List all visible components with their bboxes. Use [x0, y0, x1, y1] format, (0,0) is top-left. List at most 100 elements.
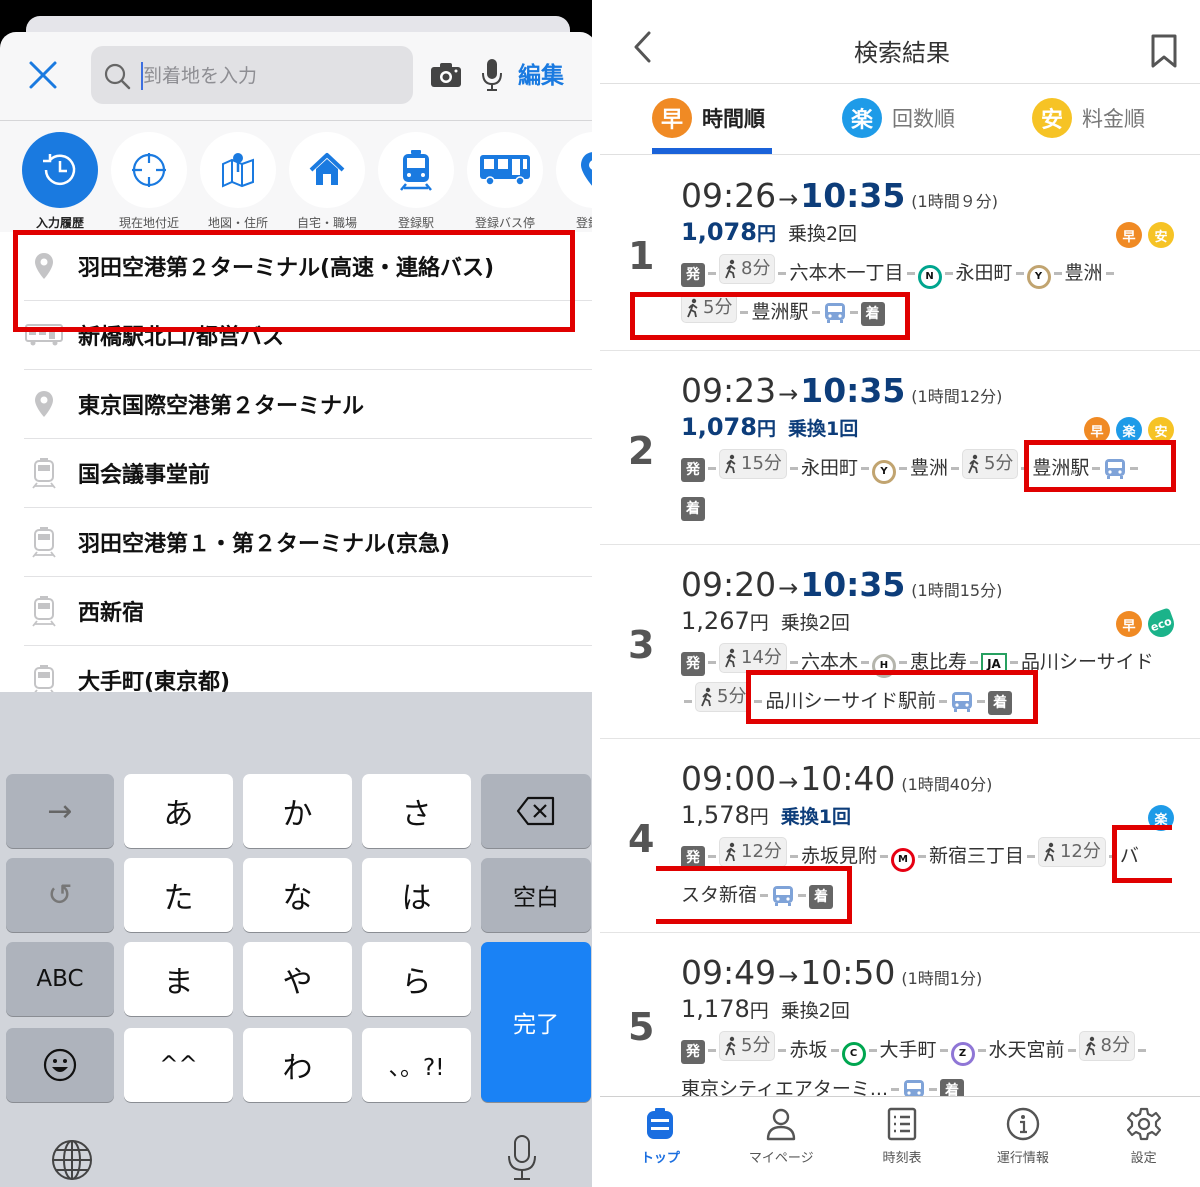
- key-space[interactable]: 空白: [481, 858, 591, 932]
- arrive-marker: 着: [809, 885, 834, 909]
- walk-icon: [725, 454, 736, 474]
- shortcut-label: 登録駅: [397, 216, 434, 230]
- key-na[interactable]: な: [243, 858, 352, 932]
- transfer-count: 乗換2回: [787, 223, 858, 245]
- route-card[interactable]: 2 09:23→10:35 (1時間12分) 1,078円 乗換1回 早楽安発 15分 永田町…: [600, 351, 1200, 545]
- person-icon: [767, 1108, 796, 1141]
- key-ha[interactable]: は: [362, 858, 471, 932]
- edit-button[interactable]: 編集: [518, 56, 564, 90]
- fare-amount: 1,078: [681, 413, 757, 441]
- key-punctuation[interactable]: 、。?!: [362, 1028, 471, 1102]
- timetable-icon: [887, 1107, 917, 1141]
- history-item[interactable]: 羽田空港第２ターミナル(高速・連絡バス): [24, 232, 593, 301]
- history-item-label: 羽田空港第１・第２ターミナル(京急): [78, 532, 451, 557]
- bookmark-icon[interactable]: [1150, 34, 1178, 68]
- key-sa[interactable]: さ: [362, 774, 471, 848]
- route-tag-icon: 安: [1148, 417, 1175, 443]
- nav-label: 設定: [1130, 1151, 1157, 1166]
- key-ya[interactable]: や: [243, 942, 352, 1016]
- key-a[interactable]: あ: [124, 774, 233, 848]
- shortcut-home[interactable]: 自宅・職場: [289, 132, 365, 231]
- key-emoji[interactable]: [6, 1028, 114, 1102]
- nav-label: 時刻表: [882, 1151, 922, 1166]
- train-icon: [400, 150, 432, 191]
- bus-icon: [480, 155, 530, 186]
- nav-mypage[interactable]: マイページ: [721, 1097, 842, 1187]
- shortcut-history[interactable]: 入力履歴: [22, 132, 98, 231]
- connector: [898, 661, 907, 664]
- connector: [798, 894, 807, 897]
- backspace-icon: [516, 796, 555, 826]
- route-number: 1: [628, 234, 655, 278]
- route-card[interactable]: 4 09:00→10:40 (1時間40分) 1,578円 乗換1回楽発 12分 赤坂見附 M…: [600, 739, 1200, 933]
- route-card[interactable]: 1 09:26→10:35 (1時間９分) 1,078円 乗換2回 早安発 8分 六本木一丁目…: [600, 156, 1200, 351]
- route-times: 09:26→10:35 (1時間９分): [681, 176, 998, 215]
- depart-marker: 発: [681, 846, 706, 870]
- dictation-mic-icon[interactable]: [506, 1134, 538, 1182]
- info-icon: [1006, 1107, 1040, 1141]
- close-button[interactable]: [26, 58, 60, 92]
- walk-icon: [1084, 1036, 1096, 1056]
- key-undo[interactable]: ↺: [6, 858, 114, 932]
- shortcut-registered-spot[interactable]: 登録ス: [556, 132, 593, 231]
- shortcut-row: 入力履歴 現在地付近 地図・住所 自宅・職場 登録駅 登録バス停 登: [22, 132, 593, 231]
- tab-time-order[interactable]: 早 時間順: [652, 96, 765, 140]
- history-item[interactable]: 東京国際空港第２ターミナル: [24, 370, 593, 439]
- pin-icon: [581, 152, 593, 186]
- station-name: 永田町: [800, 457, 858, 479]
- route-tags: 早 eco: [1116, 607, 1178, 641]
- route-card[interactable]: 5 09:49→10:50 (1時間1分) 1,178円 乗換2回発 5分 赤坂 C 大手町 Z 水…: [600, 933, 1200, 1103]
- key-ma[interactable]: ま: [124, 942, 233, 1016]
- connector: [879, 855, 888, 858]
- line-badge-icon: M: [890, 848, 915, 872]
- shortcut-station[interactable]: 登録駅: [378, 132, 454, 231]
- walk-segment: 8分: [719, 254, 776, 284]
- key-ka[interactable]: か: [243, 774, 352, 848]
- route-card[interactable]: 3 09:20→10:35 (1時間15分) 1,267円 乗換2回 早 eco 発 14分 六本…: [600, 545, 1200, 739]
- key-kaomoji[interactable]: ^^: [124, 1028, 233, 1102]
- line-badge-icon: C: [841, 1042, 866, 1066]
- fare: 1,267円: [681, 607, 769, 635]
- destination-input[interactable]: [143, 56, 403, 96]
- transfer-count: 乗換2回: [780, 1000, 850, 1022]
- key-abc[interactable]: ABC: [6, 942, 114, 1016]
- tab-transfer-order[interactable]: 楽 回数順: [842, 96, 955, 140]
- fare-unit: 円: [749, 806, 769, 828]
- camera-icon[interactable]: [430, 62, 462, 88]
- globe-icon[interactable]: [50, 1138, 94, 1182]
- station-name: 恵比寿: [909, 651, 967, 673]
- search-box[interactable]: [91, 46, 413, 104]
- connector: [1105, 272, 1114, 275]
- walk-icon: [1044, 842, 1055, 862]
- fare-amount: 1,078: [681, 218, 757, 246]
- gear-icon: [1126, 1107, 1161, 1141]
- route-times: 09:23→10:35 (1時間12分): [681, 371, 1002, 410]
- route-times: 09:49→10:50 (1時間1分): [681, 953, 982, 992]
- nav-top[interactable]: トップ: [600, 1097, 721, 1187]
- nav-settings[interactable]: 設定: [1083, 1097, 1200, 1187]
- history-item[interactable]: 西新宿: [24, 577, 593, 646]
- shortcut-bus-stop[interactable]: 登録バス停: [467, 132, 543, 231]
- key-ra[interactable]: ら: [362, 942, 471, 1016]
- connector: [849, 311, 858, 314]
- key-next[interactable]: →: [6, 774, 114, 848]
- history-item[interactable]: 新橋駅北口/都営バス: [24, 301, 593, 370]
- key-backspace[interactable]: [481, 774, 591, 848]
- tab-fare-order[interactable]: 安 料金順: [1032, 96, 1145, 140]
- shortcut-map[interactable]: 地図・住所: [200, 132, 276, 231]
- walk-segment: 5分: [961, 449, 1019, 479]
- key-done[interactable]: 完了: [481, 942, 591, 1102]
- history-item[interactable]: 羽田空港第１・第２ターミナル(京急): [24, 508, 593, 577]
- nav-timetable[interactable]: 時刻表: [842, 1097, 963, 1187]
- connector: [1092, 467, 1101, 470]
- route-tag-icon: 楽: [1148, 805, 1175, 831]
- key-ta[interactable]: た: [124, 858, 233, 932]
- history-item[interactable]: 国会議事堂前: [24, 439, 593, 508]
- shortcut-nearby[interactable]: 現在地付近: [111, 132, 187, 231]
- route-path: 発 12分 赤坂見附 M 新宿三丁目 12分バ: [681, 837, 1184, 875]
- connector: [1108, 855, 1117, 858]
- key-wa[interactable]: わ: [243, 1028, 352, 1102]
- nav-service-info[interactable]: 運行情報: [962, 1097, 1083, 1187]
- train-icon: [32, 596, 56, 627]
- microphone-icon[interactable]: [481, 58, 503, 92]
